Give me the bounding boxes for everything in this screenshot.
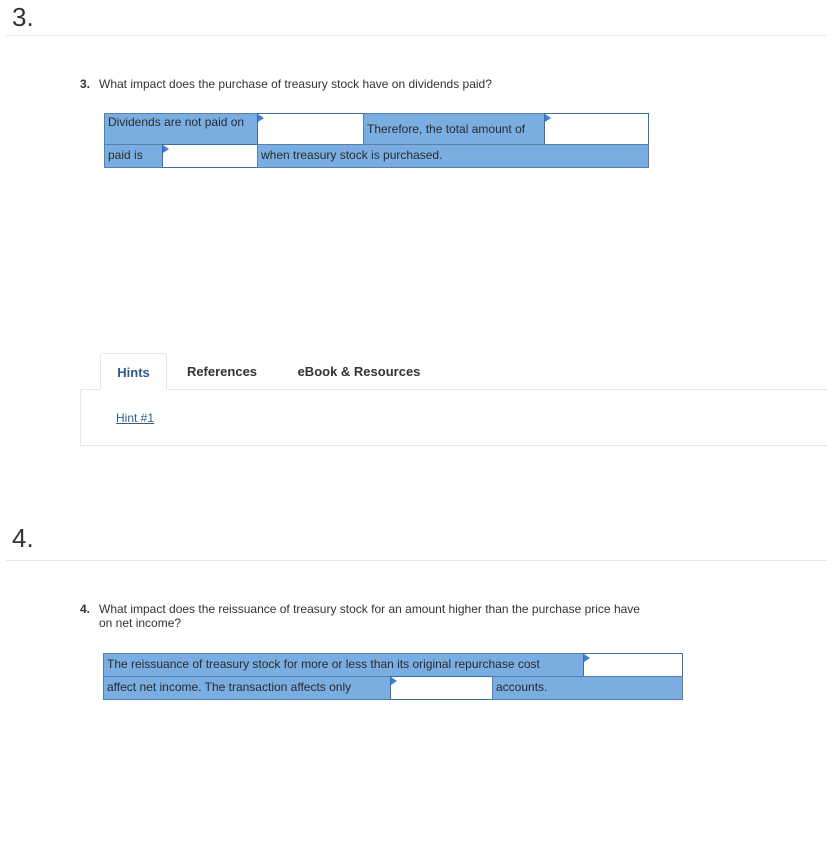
fill-text-cell: Therefore, the total amount of	[363, 113, 545, 145]
fill-text-cell: when treasury stock is purchased.	[257, 144, 649, 168]
fill-text-cell: affect net income. The transaction affec…	[103, 676, 391, 700]
question-text: What impact does the reissuance of treas…	[99, 602, 640, 630]
tab-hints[interactable]: Hints	[100, 353, 167, 390]
answer-input-5[interactable]	[390, 676, 493, 700]
fill-text-cell: accounts.	[492, 676, 683, 700]
tab-ebook-resources[interactable]: eBook & Resources	[289, 353, 429, 390]
answer-input-field[interactable]	[163, 145, 257, 167]
question-number: 3.	[80, 77, 91, 91]
section-number-4: 4.	[12, 523, 34, 553]
dropdown-marker-icon	[163, 145, 169, 153]
answer-input-4[interactable]	[583, 653, 683, 677]
question-text-line-2: on net income?	[99, 616, 182, 630]
answer-input-field[interactable]	[258, 114, 363, 144]
dropdown-marker-icon	[584, 654, 590, 662]
answer-input-1[interactable]	[257, 113, 364, 145]
section-number-3: 3.	[12, 2, 34, 32]
question-text-line-1: What impact does the reissuance of treas…	[99, 602, 640, 616]
tab-references[interactable]: References	[178, 353, 266, 390]
section-divider	[6, 560, 827, 561]
answer-input-field[interactable]	[391, 677, 492, 699]
answer-input-field[interactable]	[545, 114, 648, 144]
fill-text-cell: Dividends are not paid on	[104, 113, 258, 145]
answer-input-3[interactable]	[162, 144, 258, 168]
dropdown-marker-icon	[258, 114, 264, 122]
section-divider	[6, 35, 827, 36]
question-number: 4.	[80, 602, 91, 616]
fill-text-cell: The reissuance of treasury stock for mor…	[103, 653, 584, 677]
question-3: 3. What impact does the purchase of treas…	[80, 77, 492, 91]
hint-1-link[interactable]: Hint #1	[116, 411, 154, 425]
hints-panel: Hint #1	[80, 389, 827, 446]
question-text: What impact does the purchase of treasur…	[99, 77, 492, 91]
fill-text-cell: paid is	[104, 144, 163, 168]
dropdown-marker-icon	[391, 677, 397, 685]
dropdown-marker-icon	[545, 114, 551, 122]
answer-input-2[interactable]	[544, 113, 649, 145]
question-4: 4. What impact does the reissuance of tre…	[80, 602, 640, 630]
answer-input-field[interactable]	[584, 654, 682, 676]
